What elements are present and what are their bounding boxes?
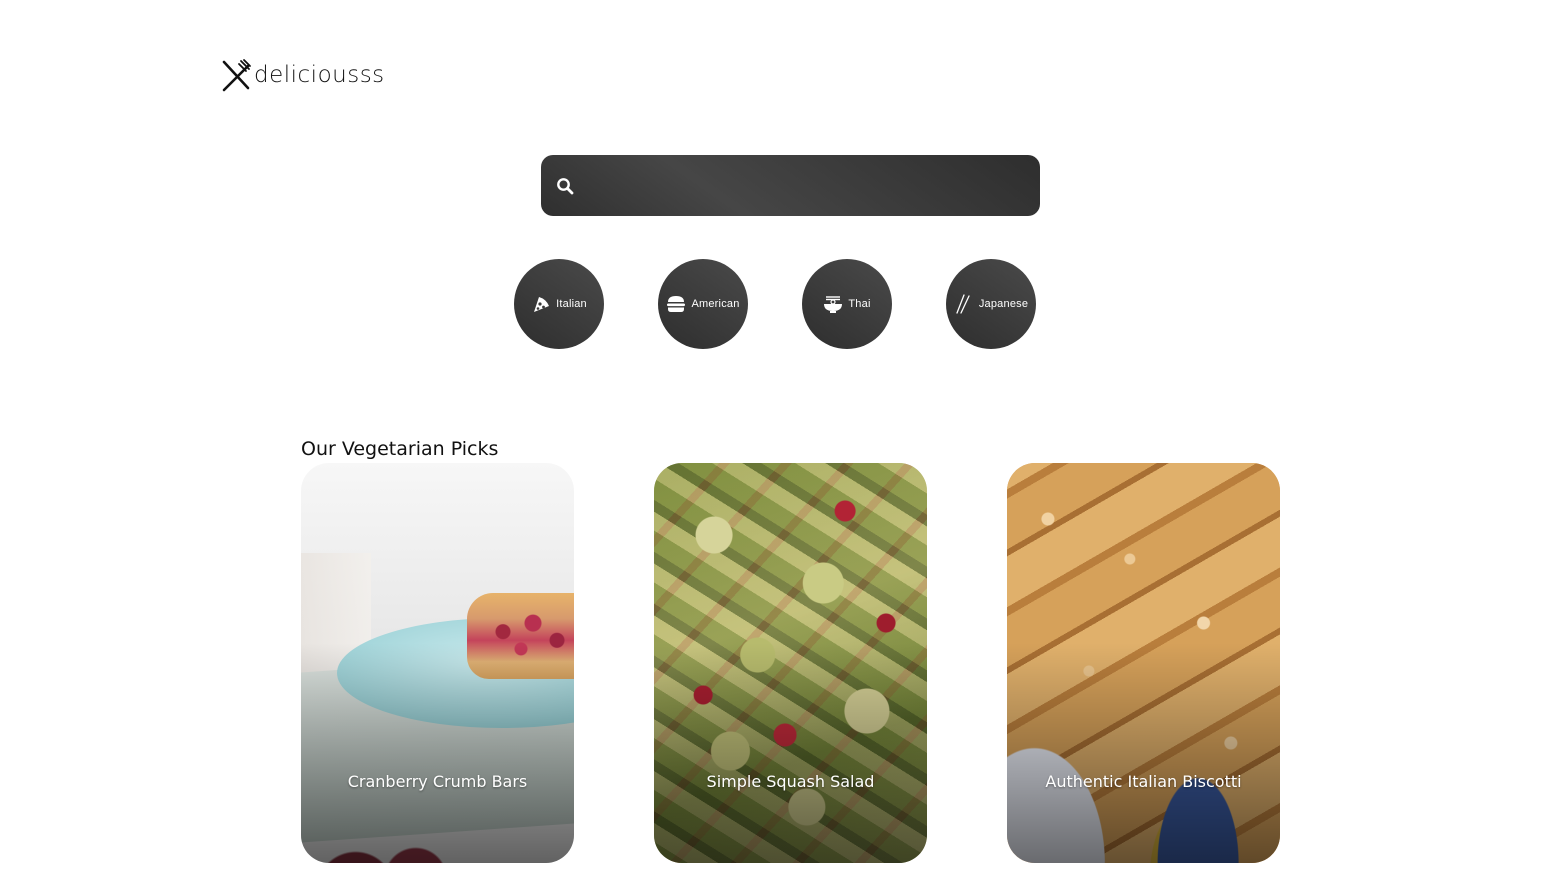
search-bar	[541, 155, 1040, 216]
chopsticks-icon	[956, 294, 970, 314]
fork-knife-icon	[222, 59, 251, 92]
recipe-card[interactable]: Simple Squash Salad	[654, 463, 927, 863]
noodle-bowl-icon	[824, 296, 843, 313]
category-italian[interactable]: Italian	[514, 259, 604, 349]
search-icon[interactable]	[556, 177, 574, 195]
category-label: Japanese	[978, 298, 1029, 310]
recipe-card[interactable]: Authentic Italian Biscotti	[1007, 463, 1280, 863]
category-japanese[interactable]: Japanese	[946, 259, 1036, 349]
recipe-title: Authentic Italian Biscotti	[1045, 772, 1242, 791]
burger-icon	[667, 296, 686, 312]
category-thai[interactable]: Thai	[802, 259, 892, 349]
site-logo[interactable]: deliciousss	[220, 58, 385, 92]
search-input[interactable]	[574, 155, 1040, 216]
page: deliciousss Italian American Thai Japane…	[0, 0, 1562, 877]
category-label: American	[691, 298, 740, 310]
recipe-card[interactable]: Cranberry Crumb Bars	[301, 463, 574, 863]
section-title: Our Vegetarian Picks	[301, 438, 499, 460]
category-label: Thai	[848, 298, 871, 310]
category-label: Italian	[556, 298, 587, 310]
brand-name: deliciousss	[254, 62, 385, 88]
pizza-icon	[534, 297, 550, 312]
category-american[interactable]: American	[658, 259, 748, 349]
recipe-title: Simple Squash Salad	[706, 772, 875, 791]
recipe-title: Cranberry Crumb Bars	[347, 772, 528, 791]
